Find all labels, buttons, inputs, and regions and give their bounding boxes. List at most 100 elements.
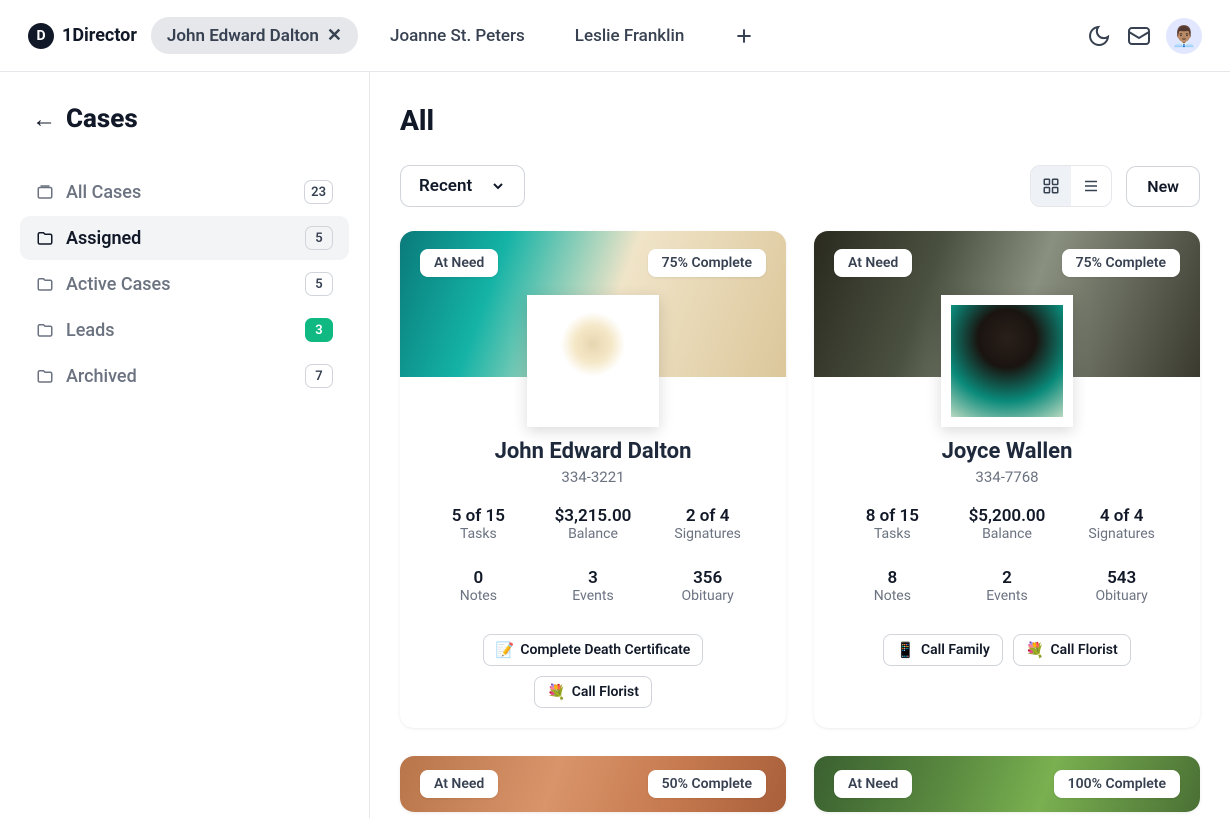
sort-label: Recent [419, 176, 472, 196]
logo-badge: D [28, 23, 54, 49]
tab-item[interactable]: Leslie Franklin [557, 18, 703, 54]
stat-label: Notes [424, 588, 533, 604]
stat-label: Events [953, 588, 1062, 604]
cards-grid: At Need 75% Complete John Edward Dalton … [400, 231, 1200, 812]
sidebar-item-label: Assigned [66, 228, 141, 249]
tab-active[interactable]: John Edward Dalton ✕ [151, 17, 358, 54]
case-card[interactable]: At Need 75% Complete Joyce Wallen 334-77… [814, 231, 1200, 728]
sidebar-item-label: Active Cases [66, 274, 170, 295]
user-avatar[interactable]: 👨🏽‍💼 [1166, 18, 1202, 54]
tab-item[interactable]: Joanne St. Peters [372, 18, 543, 54]
app-logo[interactable]: D 1Director [28, 23, 137, 49]
sidebar-count: 5 [305, 272, 333, 296]
stat-value: 543 [1067, 568, 1176, 588]
view-toggle [1030, 165, 1112, 207]
stat-value: $3,215.00 [539, 506, 648, 526]
status-badge: At Need [420, 249, 498, 277]
card-actions: 📝 Complete Death Certificate 💐 Call Floris… [424, 634, 762, 708]
stat-value: $5,200.00 [953, 506, 1062, 526]
stat-value: 5 of 15 [424, 506, 533, 526]
sidebar-item-leads[interactable]: Leads 3 [20, 308, 349, 352]
case-name: Joyce Wallen [838, 439, 1176, 464]
case-phone: 334-3221 [424, 468, 762, 486]
app-name: 1Director [62, 25, 137, 46]
page-title: All [400, 104, 1200, 137]
sidebar-item-label: Archived [66, 366, 137, 387]
folder-icon [36, 275, 54, 293]
case-phone: 334-7768 [838, 468, 1176, 486]
action-label: Complete Death Certificate [520, 642, 690, 658]
sidebar-item-archived[interactable]: Archived 7 [20, 354, 349, 398]
stat-label: Tasks [424, 526, 533, 542]
stat-label: Signatures [653, 526, 762, 542]
stat-label: Events [539, 588, 648, 604]
toolbar: Recent New [400, 165, 1200, 207]
case-name: John Edward Dalton [424, 439, 762, 464]
stats-grid: 5 of 15Tasks $3,215.00Balance 2 of 4Sign… [424, 506, 762, 620]
stat-value: 0 [424, 568, 533, 588]
action-call-florist[interactable]: 💐 Call Florist [534, 676, 652, 708]
card-actions: 📱Call Family 💐Call Florist [838, 634, 1176, 666]
action-complete-death-cert[interactable]: 📝 Complete Death Certificate [483, 634, 704, 666]
stat-label: Signatures [1067, 526, 1176, 542]
card-banner: At Need 50% Complete [400, 756, 786, 812]
close-icon[interactable]: ✕ [327, 25, 342, 46]
stat-label: Balance [953, 526, 1062, 542]
stat-value: 3 [539, 568, 648, 588]
bouquet-icon: 💐 [547, 683, 566, 701]
case-avatar [527, 295, 659, 427]
sidebar-count: 23 [304, 180, 333, 204]
moon-icon [1087, 24, 1111, 48]
tab-label: John Edward Dalton [167, 26, 319, 46]
grid-view-button[interactable] [1031, 166, 1071, 206]
sort-dropdown[interactable]: Recent [400, 165, 525, 207]
stat-value: 8 of 15 [838, 506, 947, 526]
sidebar: ← Cases All Cases 23 Assigned 5 Active C… [0, 72, 370, 818]
case-avatar [941, 295, 1073, 427]
new-button[interactable]: New [1126, 166, 1200, 207]
main-content: All Recent New At Need 75 [370, 72, 1230, 818]
progress-badge: 100% Complete [1054, 770, 1180, 798]
sidebar-count: 5 [305, 226, 333, 250]
sidebar-item-label: Leads [66, 320, 114, 341]
card-banner: At Need 75% Complete [400, 231, 786, 377]
action-label: Call Family [921, 642, 990, 658]
list-view-button[interactable] [1071, 166, 1111, 206]
sidebar-item-all-cases[interactable]: All Cases 23 [20, 170, 349, 214]
card-body: John Edward Dalton 334-3221 5 of 15Tasks… [400, 377, 786, 728]
stat-value: 2 [953, 568, 1062, 588]
folder-icon [36, 367, 54, 385]
stat-value: 8 [838, 568, 947, 588]
action-call-family[interactable]: 📱Call Family [883, 634, 1002, 666]
mail-icon [1127, 24, 1151, 48]
progress-badge: 75% Complete [648, 249, 766, 277]
plus-icon [734, 26, 754, 46]
folder-icon [36, 229, 54, 247]
sidebar-count: 3 [305, 318, 333, 342]
action-label: Call Florist [572, 684, 639, 700]
stat-label: Obituary [1067, 588, 1176, 604]
sidebar-title[interactable]: ← Cases [32, 104, 349, 134]
stat-label: Balance [539, 526, 648, 542]
stats-grid: 8 of 15Tasks $5,200.00Balance 4 of 4Sign… [838, 506, 1176, 620]
status-badge: At Need [834, 249, 912, 277]
bouquet-icon: 💐 [1026, 641, 1045, 659]
back-arrow-icon[interactable]: ← [32, 105, 56, 134]
memo-icon: 📝 [496, 641, 515, 659]
card-banner: At Need 100% Complete [814, 756, 1200, 812]
sidebar-item-active-cases[interactable]: Active Cases 5 [20, 262, 349, 306]
case-card[interactable]: At Need 50% Complete [400, 756, 786, 812]
stat-label: Tasks [838, 526, 947, 542]
stat-value: 4 of 4 [1067, 506, 1176, 526]
messages-button[interactable] [1126, 23, 1152, 49]
theme-toggle[interactable] [1086, 23, 1112, 49]
action-call-florist[interactable]: 💐Call Florist [1013, 634, 1131, 666]
sidebar-item-assigned[interactable]: Assigned 5 [20, 216, 349, 260]
case-card[interactable]: At Need 100% Complete [814, 756, 1200, 812]
folder-icon [36, 321, 54, 339]
case-card[interactable]: At Need 75% Complete John Edward Dalton … [400, 231, 786, 728]
folder-icon [36, 183, 54, 201]
new-tab-button[interactable] [716, 26, 772, 46]
sidebar-item-label: All Cases [66, 182, 141, 203]
sidebar-title-text: Cases [66, 104, 138, 134]
